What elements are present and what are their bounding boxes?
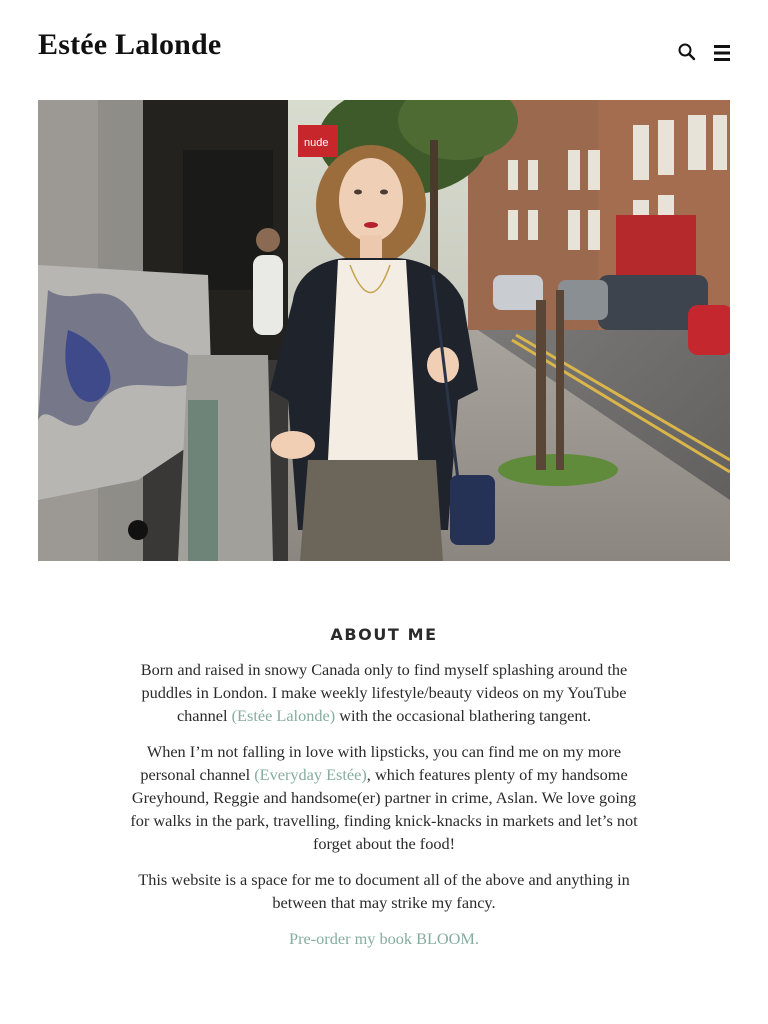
about-paragraph-3: This website is a space for me to docume… (138, 870, 630, 912)
youtube-channel-link[interactable]: (Estée Lalonde) (232, 706, 336, 725)
search-icon (676, 43, 698, 67)
about-title: ABOUT ME (330, 625, 438, 644)
hero-image: nude (38, 100, 730, 561)
everyday-channel-link[interactable]: (Everyday Estée) (254, 765, 367, 784)
shop-sign-text: nude (304, 137, 328, 149)
search-button[interactable] (676, 41, 698, 63)
about-p1-text-after: with the occasional blathering tangent. (335, 706, 592, 725)
site-header: Estée Lalonde (0, 0, 768, 100)
menu-button[interactable] (711, 42, 733, 64)
site-logo[interactable]: Estée Lalonde (38, 28, 221, 62)
about-section: ABOUT ME Born and raised in snowy Canada… (0, 625, 768, 949)
about-paragraph-1: Born and raised in snowy Canada only to … (124, 658, 644, 727)
hero-photo-illustration: nude (38, 100, 730, 561)
hamburger-menu-icon (711, 45, 733, 68)
about-paragraph-2: When I’m not falling in love with lipsti… (124, 740, 644, 855)
preorder-book-link[interactable]: Pre-order my book BLOOM. (289, 929, 479, 949)
